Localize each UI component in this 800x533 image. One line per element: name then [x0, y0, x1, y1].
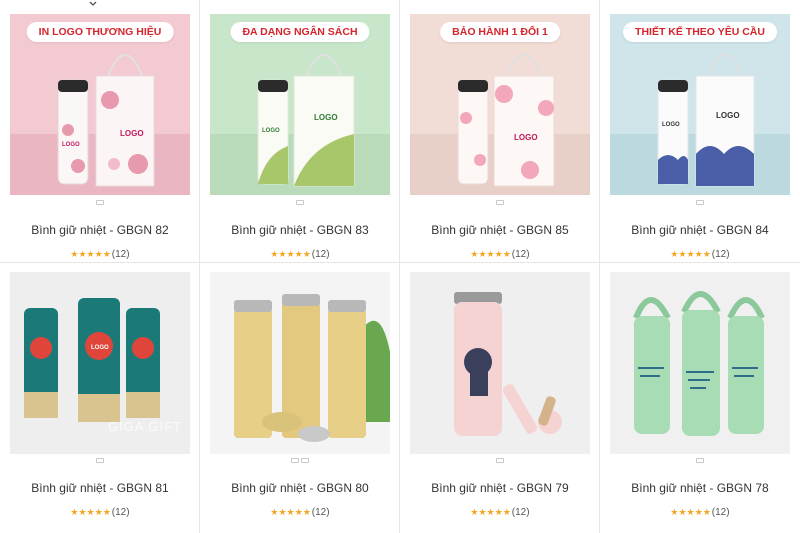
review-count: (12): [711, 507, 730, 518]
product-card[interactable]: LOGO GIGA GIFT Bình giữ nhiệt - GBGN 81 …: [0, 262, 200, 533]
logo-text: LOGO: [314, 113, 338, 122]
image-dot[interactable]: [696, 458, 704, 463]
review-count: (12): [111, 249, 130, 260]
product-name[interactable]: Bình giữ nhiệt - GBGN 85: [400, 223, 600, 237]
product-rating: ★★★★★(12): [0, 507, 200, 518]
image-indicator: [600, 200, 800, 208]
product-image[interactable]: [410, 272, 590, 454]
product-card[interactable]: LOGO LOGO IN LOGO THƯƠNG HIỆU Bình giữ n…: [0, 0, 200, 262]
logo-text: LOGO: [262, 128, 280, 134]
promo-banner: BẢO HÀNH 1 ĐỔI 1: [440, 22, 560, 42]
image-dot[interactable]: [496, 458, 504, 463]
review-count: (12): [711, 249, 730, 260]
star-icons: ★★★★★: [470, 507, 511, 517]
product-image[interactable]: [610, 272, 790, 454]
logo-text: LOGO: [120, 129, 144, 138]
promo-banner: THIẾT KẾ THEO YÊU CẦU: [623, 22, 777, 42]
image-dot[interactable]: [96, 200, 104, 205]
product-image[interactable]: LOGO LOGO ĐA DẠNG NGÂN SÁCH: [210, 14, 390, 195]
product-card[interactable]: Bình giữ nhiệt - GBGN 80 ★★★★★(12): [200, 262, 400, 533]
image-indicator: [0, 200, 200, 208]
star-icons: ★★★★★: [470, 249, 511, 259]
product-rating: ★★★★★(12): [200, 507, 400, 518]
star-icons: ★★★★★: [70, 507, 111, 517]
product-image[interactable]: LOGO LOGO IN LOGO THƯƠNG HIỆU: [10, 14, 190, 195]
product-image[interactable]: LOGO BẢO HÀNH 1 ĐỔI 1: [410, 14, 590, 195]
logo-text: LOGO: [662, 122, 680, 128]
image-dot[interactable]: [296, 200, 304, 205]
product-name[interactable]: Bình giữ nhiệt - GBGN 78: [600, 481, 800, 495]
product-card[interactable]: Bình giữ nhiệt - GBGN 79 ★★★★★(12): [400, 262, 600, 533]
logo-text: LOGO: [91, 345, 109, 351]
review-count: (12): [311, 249, 330, 260]
product-rating: ★★★★★(12): [600, 507, 800, 518]
image-dot[interactable]: [291, 458, 299, 463]
product-rating: ★★★★★(12): [400, 507, 600, 518]
star-icons: ★★★★★: [670, 249, 711, 259]
product-rating: ★★★★★(12): [200, 249, 400, 260]
bamboo-bottle-illustration: [234, 294, 390, 442]
image-indicator: [200, 200, 400, 208]
product-name[interactable]: Bình giữ nhiệt - GBGN 81: [0, 481, 200, 495]
brand-watermark: GIGA GIFT: [107, 419, 182, 434]
product-card[interactable]: LOGO LOGO THIẾT KẾ THEO YÊU CẦU Bình giữ…: [600, 0, 800, 262]
star-icons: ★★★★★: [670, 507, 711, 517]
review-count: (12): [311, 507, 330, 518]
product-image[interactable]: LOGO LOGO THIẾT KẾ THEO YÊU CẦU: [610, 14, 790, 195]
image-indicator: [400, 200, 600, 208]
product-grid: LOGO LOGO IN LOGO THƯƠNG HIỆU Bình giữ n…: [0, 0, 800, 533]
product-name[interactable]: Bình giữ nhiệt - GBGN 82: [0, 223, 200, 237]
product-name[interactable]: Bình giữ nhiệt - GBGN 83: [200, 223, 400, 237]
product-rating: ★★★★★(12): [0, 249, 200, 260]
image-dot[interactable]: [96, 458, 104, 463]
product-image[interactable]: [210, 272, 390, 454]
product-card[interactable]: LOGO LOGO ĐA DẠNG NGÂN SÁCH Bình giữ nhi…: [200, 0, 400, 262]
image-indicator: [400, 458, 600, 466]
logo-text: LOGO: [62, 142, 80, 148]
green-bottle-illustration: [633, 291, 765, 436]
review-count: (12): [511, 249, 530, 260]
image-dot[interactable]: [496, 200, 504, 205]
product-rating: ★★★★★(12): [400, 249, 600, 260]
image-indicator: [0, 458, 200, 466]
review-count: (12): [111, 507, 130, 518]
image-dot[interactable]: [301, 458, 309, 463]
logo-text: LOGO: [716, 111, 740, 120]
product-name[interactable]: Bình giữ nhiệt - GBGN 79: [400, 481, 600, 495]
review-count: (12): [511, 507, 530, 518]
star-icons: ★★★★★: [70, 249, 111, 259]
pink-bottle-illustration: [454, 292, 562, 436]
star-icons: ★★★★★: [270, 507, 311, 517]
product-name[interactable]: Bình giữ nhiệt - GBGN 84: [600, 223, 800, 237]
product-card[interactable]: LOGO BẢO HÀNH 1 ĐỔI 1 Bình giữ nhiệt - G…: [400, 0, 600, 262]
promo-banner: ĐA DẠNG NGÂN SÁCH: [230, 22, 370, 42]
image-indicator: [600, 458, 800, 466]
product-name[interactable]: Bình giữ nhiệt - GBGN 80: [200, 481, 400, 495]
product-card[interactable]: Bình giữ nhiệt - GBGN 78 ★★★★★(12): [600, 262, 800, 533]
star-icons: ★★★★★: [270, 249, 311, 259]
logo-text: LOGO: [514, 133, 538, 142]
product-rating: ★★★★★(12): [600, 249, 800, 260]
promo-banner: IN LOGO THƯƠNG HIỆU: [26, 22, 174, 42]
image-dot[interactable]: [696, 200, 704, 205]
product-image[interactable]: LOGO GIGA GIFT: [10, 272, 190, 454]
image-indicator: [200, 458, 400, 466]
